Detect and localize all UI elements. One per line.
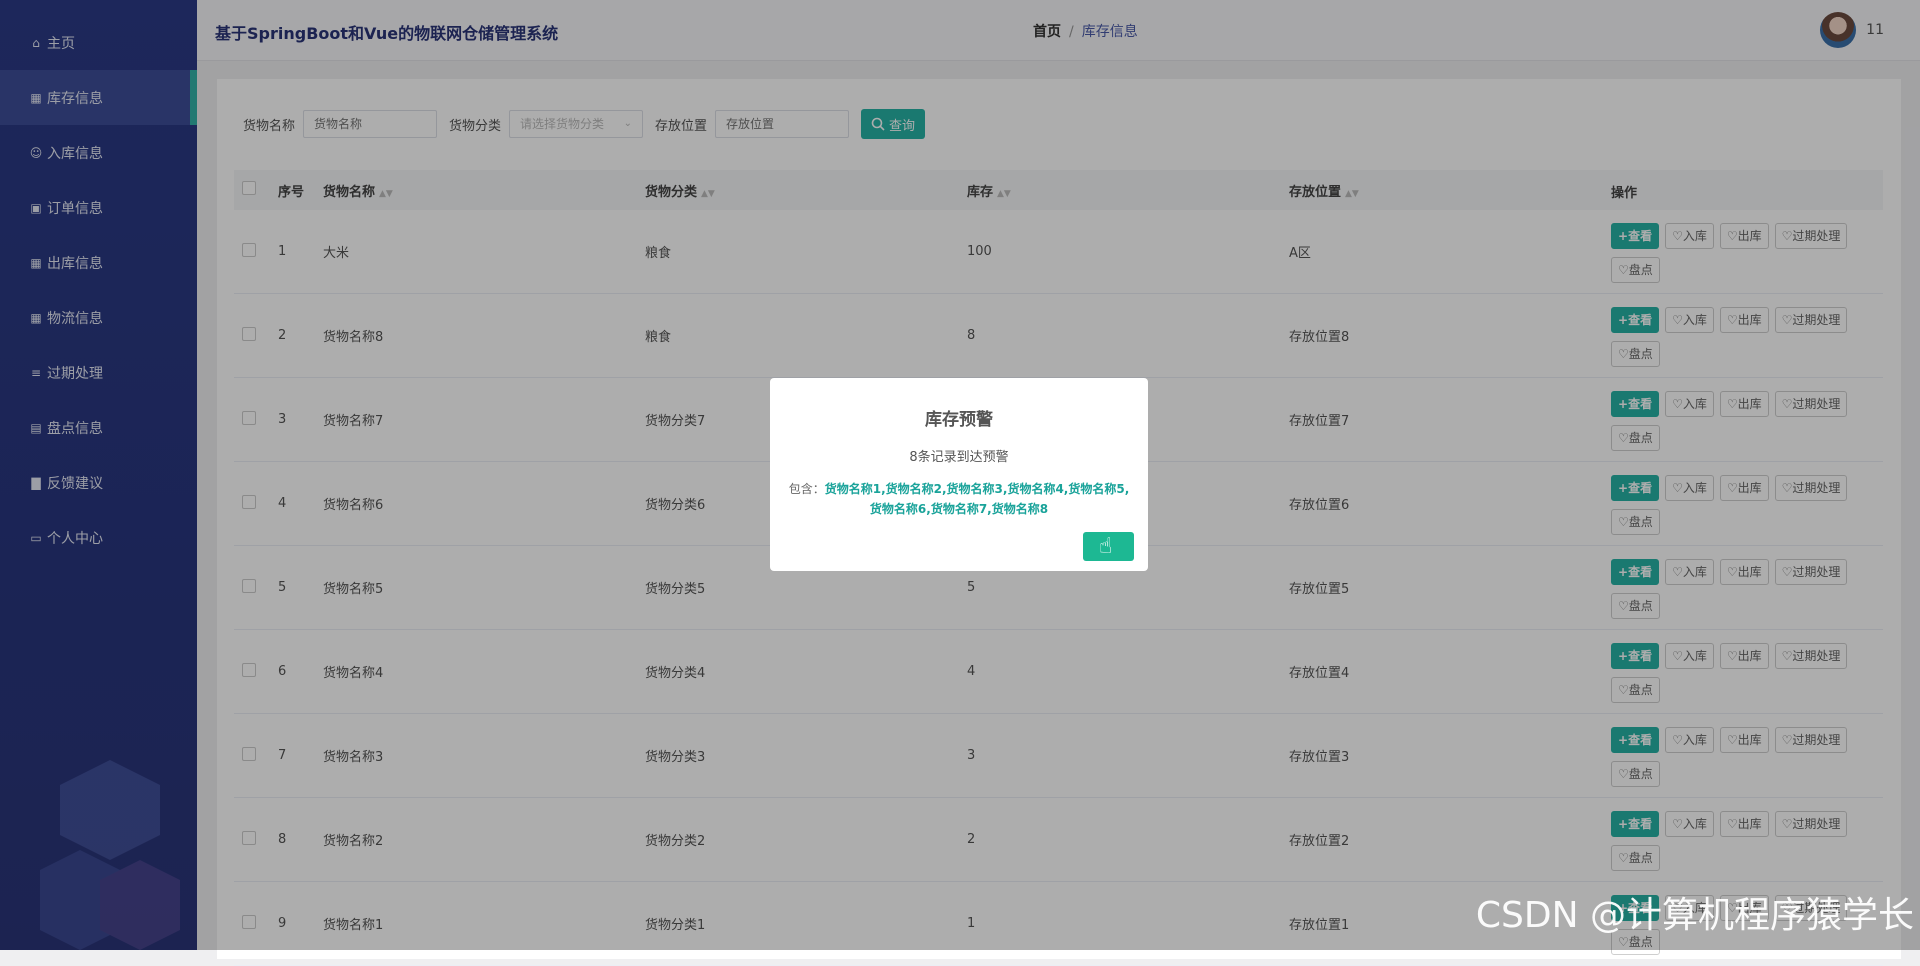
dialog-detail-items: 货物名称1,货物名称2,货物名称3,货物名称4,货物名称5,货物名称6,货物名称… xyxy=(824,482,1130,516)
dialog-title: 库存预警 xyxy=(925,410,993,430)
stock-warning-dialog: 库存预警 8条记录到达预警 包含：货物名称1,货物名称2,货物名称3,货物名称4… xyxy=(770,378,1148,571)
dialog-detail: 包含：货物名称1,货物名称2,货物名称3,货物名称4,货物名称5,货物名称6,货… xyxy=(784,479,1134,519)
hand-cursor-icon: ☝ xyxy=(1099,534,1113,559)
dialog-detail-label: 包含： xyxy=(788,482,825,496)
dialog-message: 8条记录到达预警 xyxy=(909,450,1009,465)
watermark: CSDN @计算机程序猿学长 xyxy=(1475,895,1914,936)
